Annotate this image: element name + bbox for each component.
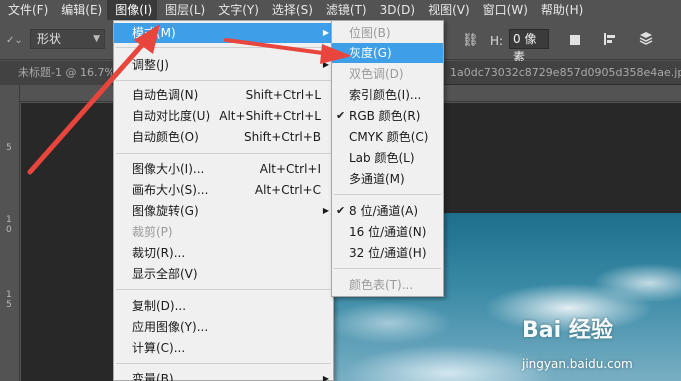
menu-help[interactable]: 帮助(H): [533, 0, 588, 20]
menu-item-shortcut: Alt+Ctrl+C: [254, 183, 321, 197]
menu-image[interactable]: 图像(I): [107, 0, 158, 20]
menu-window[interactable]: 窗口(W): [475, 0, 533, 20]
menu-item-label: 图像大小(I)...: [132, 162, 205, 176]
menu-filter[interactable]: 滤镜(T): [318, 0, 372, 20]
submenu-arrow-icon: ▶: [322, 206, 329, 215]
menu-separator: [116, 80, 331, 81]
menu-item-label: 自动色调(N): [132, 88, 199, 102]
menu-item-adjustments[interactable]: 调整(J) ▶: [114, 55, 333, 75]
chevron-down-icon: ▼: [93, 34, 100, 44]
path-alignment-icon[interactable]: [602, 31, 618, 47]
menu-layer[interactable]: 图层(L): [157, 0, 210, 20]
menu-item-shortcut: Alt+Ctrl+I: [259, 162, 321, 176]
menu-item-label: 显示全部(V): [132, 267, 198, 281]
menu-item-label: 裁剪(P): [132, 225, 173, 239]
submenu-item-indexed-color[interactable]: 索引颜色(I)...: [332, 85, 443, 105]
path-arrangement-icon[interactable]: [638, 31, 654, 47]
menu-item-shortcut: Alt+Shift+Ctrl+L: [219, 109, 321, 123]
submenu-item-multichannel[interactable]: 多通道(M): [332, 169, 443, 189]
vertical-ruler: 5 10 15: [0, 85, 20, 381]
menu-item-label: 变量(B): [132, 372, 174, 381]
menu-separator: [116, 47, 331, 48]
menu-separator: [116, 153, 331, 154]
height-field[interactable]: 0 像素: [509, 29, 549, 64]
mode-submenu: 位图(B) 灰度(G) 双色调(D) 索引颜色(I)... ✔ RGB 颜色(R)…: [331, 20, 444, 297]
submenu-item-32-bit[interactable]: 32 位/通道(H): [332, 243, 443, 263]
menu-item-canvas-size[interactable]: 画布大小(S)... Alt+Ctrl+C: [114, 180, 333, 200]
submenu-item-lab-color[interactable]: Lab 颜色(L): [332, 148, 443, 168]
menu-item-label: 调整(J): [132, 58, 169, 72]
menu-item-reveal-all[interactable]: 显示全部(V): [114, 264, 333, 284]
menu-item-image-rotation[interactable]: 图像旋转(G) ▶: [114, 201, 333, 221]
submenu-item-grayscale[interactable]: 灰度(G): [332, 43, 443, 63]
menu-item-label: 应用图像(Y)...: [132, 320, 209, 334]
watermark-url: jingyan.baidu.com: [522, 357, 633, 371]
menu-separator: [116, 289, 331, 290]
submenu-item-cmyk-color[interactable]: CMYK 颜色(C): [332, 127, 443, 147]
tab-image-document[interactable]: 1a0dc73032c8729e857d0905d358e4ae.jpg: [440, 61, 681, 85]
menu-edit[interactable]: 编辑(E): [53, 0, 107, 20]
menu-item-label: 自动颜色(O): [132, 130, 199, 144]
shape-mode-value: 形状: [37, 32, 62, 46]
menu-item-crop: 裁剪(P): [114, 222, 333, 242]
tab-untitled-document[interactable]: 未标题-1 @ 16.7%: [0, 61, 112, 85]
menu-type[interactable]: 文字(Y): [210, 0, 264, 20]
menu-item-label: 模式(M): [132, 26, 176, 40]
submenu-item-label: RGB 颜色(R): [349, 109, 421, 123]
menu-item-duplicate[interactable]: 复制(D)...: [114, 296, 333, 316]
menu-separator: [334, 194, 441, 195]
submenu-item-16-bit[interactable]: 16 位/通道(N): [332, 222, 443, 242]
menu-separator: [116, 363, 331, 364]
menu-item-label: 计算(C)...: [132, 341, 186, 355]
tool-preset-chevron-icon[interactable]: ✓⌄: [6, 35, 23, 46]
path-operations-icon[interactable]: [568, 31, 584, 47]
submenu-item-duotone: 双色调(D): [349, 67, 404, 81]
menu-item-auto-contrast[interactable]: 自动对比度(U) Alt+Shift+Ctrl+L: [114, 106, 333, 126]
menu-item-auto-color[interactable]: 自动颜色(O) Shift+Ctrl+B: [114, 127, 333, 147]
menu-item-label: 复制(D)...: [132, 299, 187, 313]
menu-item-mode[interactable]: 模式(M) ▶: [114, 23, 333, 43]
menubar: 文件(F) 编辑(E) 图像(I) 图层(L) 文字(Y) 选择(S) 滤镜(T…: [0, 0, 681, 20]
menu-item-label: 裁切(R)...: [132, 246, 186, 260]
menu-item-shortcut: Shift+Ctrl+L: [245, 88, 321, 102]
menu-item-trim[interactable]: 裁切(R)...: [114, 243, 333, 263]
checkmark-icon: ✔: [336, 204, 346, 217]
submenu-arrow-icon: ▶: [322, 60, 329, 69]
menu-item-image-size[interactable]: 图像大小(I)... Alt+Ctrl+I: [114, 159, 333, 179]
submenu-arrow-icon: ▶: [322, 28, 329, 37]
menu-item-apply-image[interactable]: 应用图像(Y)...: [114, 317, 333, 337]
menu-item-shortcut: Shift+Ctrl+B: [244, 130, 321, 144]
menu-file[interactable]: 文件(F): [0, 0, 53, 20]
ruler-tick-5: 5: [6, 143, 12, 153]
submenu-item-color-table: 颜色表(T)...: [349, 278, 414, 292]
submenu-item-bitmap: 位图(B): [349, 26, 391, 40]
checkmark-icon: ✔: [336, 109, 346, 122]
menu-item-label: 自动对比度(U): [132, 109, 211, 123]
shape-mode-select[interactable]: 形状 ▼: [30, 29, 105, 49]
ruler-tick-15: 15: [6, 290, 12, 310]
image-menu-dropdown: 模式(M) ▶ 调整(J) ▶ 自动色调(N) Shift+Ctrl+L 自动对比度(…: [113, 20, 334, 381]
submenu-arrow-icon: ▶: [322, 374, 329, 381]
menu-separator: [334, 268, 441, 269]
submenu-item-8-bit[interactable]: ✔ 8 位/通道(A): [332, 201, 443, 221]
baidu-jingyan-watermark: Bai 经验: [522, 318, 613, 343]
menu-select[interactable]: 选择(S): [264, 0, 318, 20]
link-icon[interactable]: ⛓: [462, 33, 479, 48]
ruler-tick-10: 10: [6, 215, 12, 235]
menu-item-variables[interactable]: 变量(B) ▶: [114, 369, 333, 381]
menu-view[interactable]: 视图(V): [420, 0, 475, 20]
submenu-item-rgb-color[interactable]: ✔ RGB 颜色(R): [332, 106, 443, 126]
menu-3d[interactable]: 3D(D): [372, 0, 420, 20]
submenu-item-label: 8 位/通道(A): [349, 204, 419, 218]
menu-item-auto-tone[interactable]: 自动色调(N) Shift+Ctrl+L: [114, 85, 333, 105]
menu-item-calculations[interactable]: 计算(C)...: [114, 338, 333, 358]
menu-item-label: 画布大小(S)...: [132, 183, 209, 197]
height-label: H:: [490, 34, 504, 48]
menu-item-label: 图像旋转(G): [132, 204, 199, 218]
